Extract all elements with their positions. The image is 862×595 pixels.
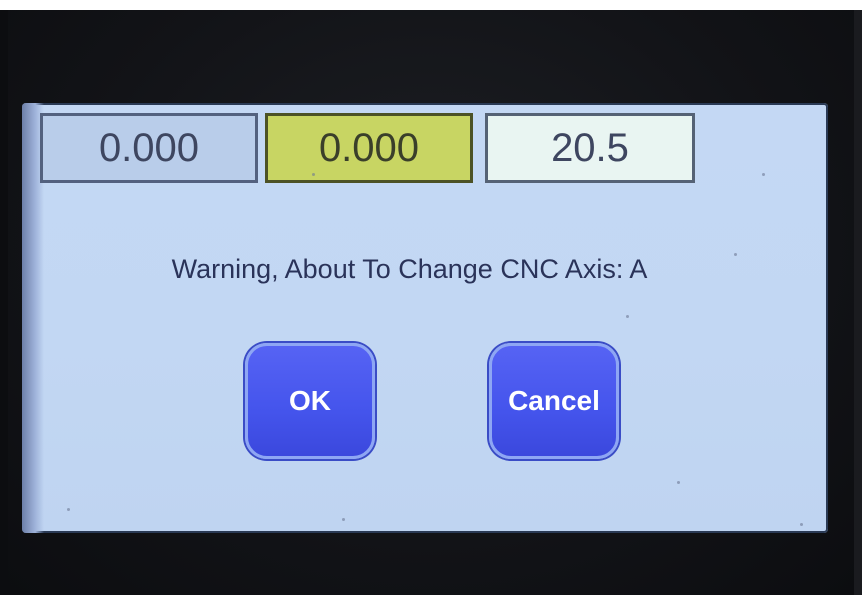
value-display-2-selected[interactable]: 0.000 <box>265 113 473 183</box>
device-right-strip <box>854 10 862 595</box>
touch-screen: 0.000 0.000 20.5 Warning, About To Chang… <box>22 103 828 533</box>
warning-message: Warning, About To Change CNC Axis: A <box>171 254 648 284</box>
ok-button[interactable]: OK <box>245 343 375 459</box>
value-display-3[interactable]: 20.5 <box>485 113 695 183</box>
cancel-button[interactable]: Cancel <box>489 343 619 459</box>
device-top-edge <box>0 0 862 10</box>
value-display-1[interactable]: 0.000 <box>40 113 258 183</box>
